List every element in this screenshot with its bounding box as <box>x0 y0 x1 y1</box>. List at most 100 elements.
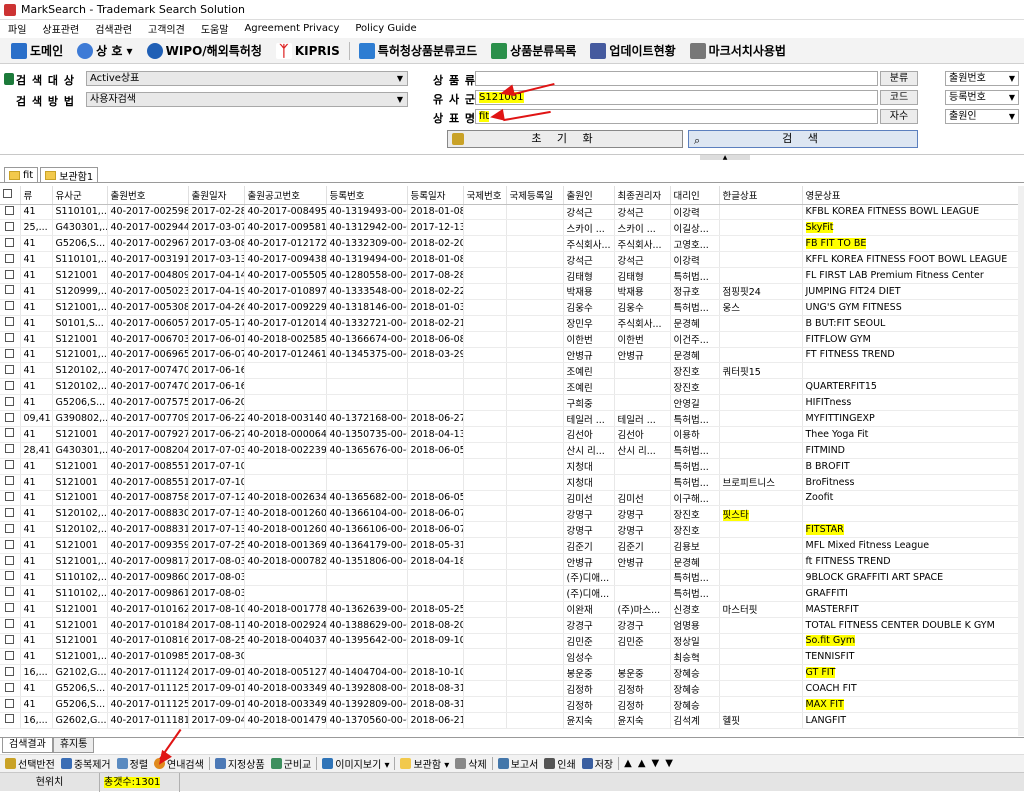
reset-button[interactable]: 초 기 화 <box>447 130 683 148</box>
checkbox-icon[interactable] <box>5 205 14 215</box>
row-checkbox[interactable] <box>0 458 21 475</box>
invert-selection-button[interactable]: 선택반전 <box>2 756 58 771</box>
class-compare-button[interactable]: 군비교 <box>268 756 315 771</box>
checkbox-icon[interactable] <box>5 682 14 692</box>
checkbox-icon[interactable] <box>5 317 14 327</box>
row-checkbox[interactable] <box>0 442 21 459</box>
table-row[interactable]: 41 S121001 40-2017-0101628 2017-08-10 40-201… <box>0 601 1024 618</box>
column-header[interactable]: 출원인 <box>563 186 615 205</box>
table-row[interactable]: 41 G5206,S... 40-2017-0075751 2017-06-20 구희중… <box>0 394 1024 412</box>
row-checkbox[interactable] <box>0 696 21 713</box>
search-target-select[interactable]: Active상표 ▼ <box>86 71 408 86</box>
checkbox-icon[interactable] <box>5 491 14 501</box>
company-name-button[interactable]: 상 호 ▾ <box>70 42 139 59</box>
row-checkbox[interactable] <box>0 537 21 555</box>
row-checkbox[interactable] <box>0 426 21 443</box>
table-row[interactable]: 41 S121001 40-2017-0101844 2017-08-11 40-201… <box>0 617 1024 634</box>
table-row[interactable]: 41 G5206,S... 40-2017-0029671 2017-03-08 40-… <box>0 235 1024 253</box>
tab-fit[interactable]: fit <box>4 167 39 182</box>
vertical-scrollbar[interactable] <box>1018 186 1024 736</box>
row-checkbox[interactable] <box>0 362 21 380</box>
row-checkbox[interactable] <box>0 680 21 698</box>
domain-button[interactable]: 도메인 <box>4 42 70 59</box>
checkbox-icon[interactable] <box>5 444 14 454</box>
menu-feedback[interactable]: 고객의견 <box>148 21 185 36</box>
table-row[interactable]: 41 S110102,... 40-2017-0098610 2017-08-03 (주… <box>0 585 1024 602</box>
row-checkbox[interactable] <box>0 585 21 602</box>
save-button[interactable]: 저장 <box>579 756 616 771</box>
column-header[interactable]: 최종권리자 <box>614 186 671 205</box>
move-down-button[interactable]: ▼ <box>649 758 663 769</box>
sort-select-1[interactable]: 출원번호 ▼ <box>945 71 1019 86</box>
table-row[interactable]: 41 S121001 40-2017-0048099 2017-04-14 40-201… <box>0 267 1024 284</box>
table-row[interactable]: 41 S121001 40-2017-0079275 2017-06-27 40-201… <box>0 426 1024 443</box>
usage-guide-button[interactable]: 마크서치사용법 <box>683 42 793 59</box>
table-row[interactable]: 16,... G2102,G... 40-2017-0111246 2017-09-0… <box>0 664 1024 682</box>
menu-trademark[interactable]: 상표관련 <box>42 21 79 36</box>
table-row[interactable]: 41 S0101,S... 40-2017-0060570 2017-05-17 40-… <box>0 315 1024 332</box>
row-checkbox[interactable] <box>0 712 21 729</box>
row-checkbox[interactable] <box>0 283 21 300</box>
row-checkbox[interactable] <box>0 521 21 539</box>
row-checkbox[interactable] <box>0 633 21 650</box>
checkbox-icon[interactable] <box>5 428 14 438</box>
row-checkbox[interactable] <box>0 235 21 253</box>
checkbox-icon[interactable] <box>5 634 14 644</box>
code-button[interactable]: 코드 <box>880 90 918 105</box>
checkbox-icon[interactable] <box>5 364 14 374</box>
table-row[interactable]: 41 S121001 40-2017-0085516 2017-07-10 지청대 특허법… <box>0 458 1024 475</box>
row-checkbox[interactable] <box>0 505 21 523</box>
row-checkbox[interactable] <box>0 569 21 586</box>
table-row[interactable]: 41 S120999,... 40-2017-0050232 2017-04-19 40… <box>0 283 1024 300</box>
column-header[interactable]: 국제번호 <box>463 186 507 205</box>
column-header[interactable]: 출원번호 <box>107 186 189 205</box>
checkbox-icon[interactable] <box>5 698 14 708</box>
table-row[interactable]: 41 S121001 40-2017-0085518 2017-07-10 지청대 특허법… <box>0 474 1024 491</box>
column-header[interactable]: 대리인 <box>670 186 720 205</box>
search-button[interactable]: ⌕ 검 색 <box>688 130 918 148</box>
row-checkbox[interactable] <box>0 378 21 396</box>
storage-button[interactable]: 보관함 ▾ <box>397 756 452 771</box>
menu-help[interactable]: 도움말 <box>201 21 229 36</box>
checkbox-icon[interactable] <box>5 221 14 231</box>
table-row[interactable]: 41 S110101,... 40-2017-0025985 2017-02-28 40… <box>0 204 1024 221</box>
checkbox-icon[interactable] <box>5 587 14 597</box>
char-count-button[interactable]: 자수 <box>880 109 918 124</box>
table-row[interactable]: 41 S121001 40-2017-0087586 2017-07-12 40-201… <box>0 490 1024 507</box>
column-header[interactable]: 등록번호 <box>326 186 408 205</box>
checkbox-icon[interactable] <box>5 714 14 724</box>
table-row[interactable]: 09,41 G390802,... 40-2017-0077099 2017-06-2… <box>0 410 1024 427</box>
wipo-button[interactable]: WIPO/해외특허청 <box>140 42 269 59</box>
class-code-button[interactable]: 특허청상품분류코드 <box>352 42 484 59</box>
checkbox-icon[interactable] <box>5 539 14 549</box>
move-top-button[interactable]: ▲ <box>621 758 635 769</box>
table-row[interactable]: 41 S121001,... 40-2017-0069656 2017-06-07 40… <box>0 347 1024 364</box>
table-row[interactable]: 41 S110102,... 40-2017-0098609 2017-08-03 (주… <box>0 569 1024 586</box>
checkbox-icon[interactable] <box>5 523 14 533</box>
checkbox-icon[interactable] <box>3 188 12 198</box>
print-button[interactable]: 인쇄 <box>541 756 578 771</box>
table-row[interactable]: 41 S120102,... 40-2017-0074703 2017-06-16 조예… <box>0 362 1024 380</box>
column-header[interactable]: 출원일자 <box>188 186 245 205</box>
sort-select-2[interactable]: 등록번호 ▼ <box>945 90 1019 105</box>
class-list-button[interactable]: 상품분류목록 <box>484 42 583 59</box>
trademark-name-input[interactable]: fit <box>475 109 878 124</box>
column-header[interactable]: 등록일자 <box>407 186 464 205</box>
select-all-header[interactable] <box>0 186 21 205</box>
row-checkbox[interactable] <box>0 267 21 284</box>
row-checkbox[interactable] <box>0 204 21 221</box>
row-checkbox[interactable] <box>0 347 21 364</box>
row-checkbox[interactable] <box>0 315 21 332</box>
tab-trash[interactable]: 휴지통 <box>52 738 95 753</box>
row-checkbox[interactable] <box>0 617 21 634</box>
checkbox-icon[interactable] <box>5 380 14 390</box>
designated-goods-button[interactable]: 지정상품 <box>212 756 268 771</box>
move-up-button[interactable]: ▲ <box>635 758 649 769</box>
sort-button[interactable]: 정렬 <box>114 756 151 771</box>
report-button[interactable]: 보고서 <box>495 756 542 771</box>
checkbox-icon[interactable] <box>5 476 14 486</box>
checkbox-icon[interactable] <box>5 253 14 263</box>
checkbox-icon[interactable] <box>5 603 14 613</box>
row-checkbox[interactable] <box>0 394 21 412</box>
table-row[interactable]: 41 S121001,... 40-2017-0098173 2017-08-03 40… <box>0 553 1024 570</box>
